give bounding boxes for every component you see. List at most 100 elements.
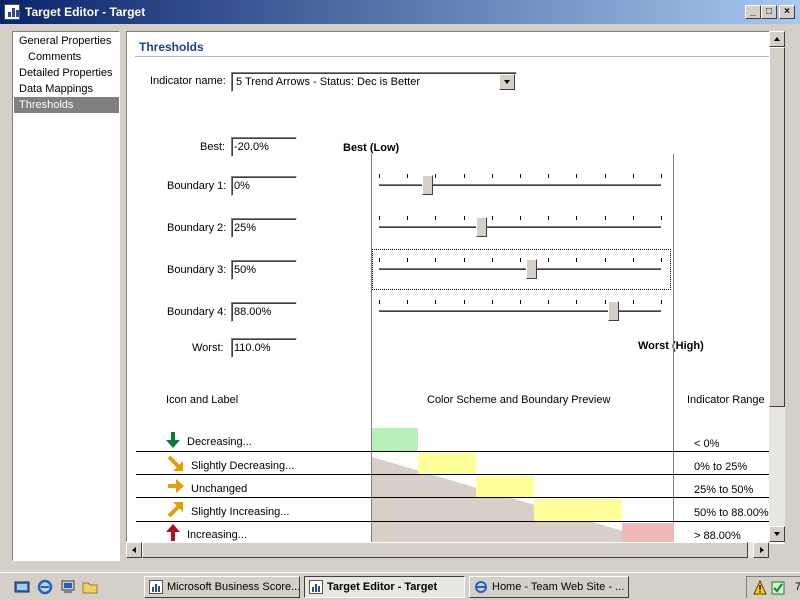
window-title: Target Editor - Target bbox=[25, 5, 146, 19]
row-divider bbox=[136, 497, 776, 498]
boundary-4-slider[interactable] bbox=[375, 300, 665, 321]
target-editor-window: Target Editor - Target _ □ × General Pro… bbox=[0, 0, 800, 570]
taskbar-item-label: Target Editor - Target bbox=[327, 581, 438, 593]
slider-tick bbox=[492, 300, 493, 304]
slider-tick bbox=[633, 216, 634, 220]
slider-tick bbox=[548, 258, 549, 262]
horizontal-scrollbar[interactable] bbox=[126, 542, 769, 558]
slider-tick bbox=[633, 300, 634, 304]
scroll-down-button[interactable] bbox=[769, 526, 785, 542]
section-title: Thresholds bbox=[139, 40, 204, 54]
network-status-icon[interactable] bbox=[771, 581, 785, 595]
slider-tick bbox=[576, 300, 577, 304]
indicator-name-select[interactable]: 5 Trend Arrows - Status: Dec is Better bbox=[231, 72, 517, 92]
horizontal-scroll-thumb[interactable] bbox=[142, 542, 748, 558]
nav-item-data-mappings[interactable]: Data Mappings bbox=[14, 81, 119, 97]
my-computer-icon[interactable] bbox=[60, 579, 76, 595]
preview-band-unchanged bbox=[476, 476, 534, 497]
slider-tick bbox=[492, 258, 493, 262]
slider-tick bbox=[661, 258, 662, 262]
vertical-scrollbar[interactable] bbox=[769, 31, 785, 542]
scroll-right-button[interactable] bbox=[753, 542, 769, 558]
preview-band-increasing bbox=[622, 523, 674, 544]
best-label: Best: bbox=[200, 141, 226, 153]
slider-tick bbox=[435, 216, 436, 220]
taskbar-item-target-editor[interactable]: Target Editor - Target bbox=[304, 576, 465, 598]
vertical-scroll-thumb[interactable] bbox=[769, 47, 785, 407]
maximize-button[interactable]: □ bbox=[761, 5, 777, 19]
worst-high-header: Worst (High) bbox=[638, 340, 704, 352]
boundary-2-slider[interactable] bbox=[375, 216, 665, 237]
section-divider bbox=[135, 56, 775, 57]
indicator-name-label: Indicator name: bbox=[150, 75, 226, 87]
title-bar[interactable]: Target Editor - Target _ □ × bbox=[0, 0, 800, 24]
boundary-2-label: Boundary 2: bbox=[167, 222, 227, 234]
folder-icon[interactable] bbox=[82, 579, 98, 595]
clock: 7 bbox=[795, 581, 800, 593]
slider-tick bbox=[548, 216, 549, 220]
slider-tick bbox=[464, 216, 465, 220]
close-button[interactable]: × bbox=[779, 5, 795, 19]
best-input[interactable]: -20.0% bbox=[231, 137, 297, 157]
slider-tick bbox=[605, 174, 606, 178]
slider-thumb[interactable] bbox=[608, 301, 619, 321]
slider-tick bbox=[492, 174, 493, 178]
preview-header: Color Scheme and Boundary Preview bbox=[427, 394, 611, 406]
security-warning-icon[interactable] bbox=[753, 580, 767, 596]
indicator-name-value: 5 Trend Arrows - Status: Dec is Better bbox=[236, 76, 421, 88]
slider-tick bbox=[520, 258, 521, 262]
arrow-down-right-gold-icon bbox=[167, 455, 183, 471]
slider-tick bbox=[576, 216, 577, 220]
slider-thumb[interactable] bbox=[476, 217, 487, 237]
row-range: 25% to 50% bbox=[694, 484, 754, 496]
nav-item-comments[interactable]: Comments bbox=[14, 49, 119, 65]
preview-band-slightly-increasing bbox=[534, 499, 622, 521]
slider-tick bbox=[633, 174, 634, 178]
boundary-1-input[interactable]: 0% bbox=[231, 176, 297, 196]
worst-label: Worst: bbox=[192, 342, 224, 354]
worst-input[interactable]: 110.0% bbox=[231, 338, 297, 358]
slider-tick bbox=[633, 258, 634, 262]
boundary-4-label: Boundary 4: bbox=[167, 306, 227, 318]
boundary-3-input[interactable]: 50% bbox=[231, 260, 297, 280]
minimize-button[interactable]: _ bbox=[745, 5, 761, 19]
properties-nav: General Properties Comments Detailed Pro… bbox=[12, 31, 120, 561]
preview-band-slightly-decreasing bbox=[418, 453, 476, 474]
taskbar-item-business-scorecard[interactable]: Microsoft Business Score... bbox=[144, 576, 300, 598]
row-range: < 0% bbox=[694, 438, 720, 450]
internet-explorer-icon[interactable] bbox=[37, 579, 53, 595]
icon-label-header: Icon and Label bbox=[166, 394, 239, 406]
slider-tick bbox=[548, 300, 549, 304]
taskbar: Microsoft Business Score... Target Edito… bbox=[0, 572, 800, 600]
slider-tick bbox=[576, 258, 577, 262]
slider-tick bbox=[661, 300, 662, 304]
row-range: 50% to 88.00% bbox=[694, 507, 769, 519]
boundary-3-slider[interactable] bbox=[375, 258, 665, 279]
scroll-left-button[interactable] bbox=[126, 542, 142, 558]
color-scheme-preview bbox=[372, 428, 674, 544]
app-icon bbox=[4, 4, 20, 20]
slider-thumb[interactable] bbox=[526, 259, 537, 279]
nav-item-detailed-properties[interactable]: Detailed Properties bbox=[14, 65, 119, 81]
boundary-4-input[interactable]: 88.00% bbox=[231, 302, 297, 322]
row-label: Slightly Decreasing... bbox=[191, 460, 295, 472]
slider-tick bbox=[435, 258, 436, 262]
slider-tick bbox=[576, 174, 577, 178]
arrow-right-icon bbox=[760, 547, 764, 553]
nav-item-thresholds[interactable]: Thresholds bbox=[14, 97, 119, 113]
system-tray: 7 bbox=[746, 576, 800, 598]
show-desktop-icon[interactable] bbox=[14, 579, 30, 595]
scroll-up-button[interactable] bbox=[769, 31, 785, 47]
nav-item-general-properties[interactable]: General Properties bbox=[14, 33, 119, 49]
arrow-down-icon bbox=[774, 532, 780, 536]
row-range: > 88.00% bbox=[694, 530, 741, 542]
slider-tick bbox=[520, 300, 521, 304]
slider-tick bbox=[661, 174, 662, 178]
boundary-3-label: Boundary 3: bbox=[167, 264, 227, 276]
taskbar-item-team-web-site[interactable]: Home - Team Web Site - ... bbox=[469, 576, 629, 598]
boundary-2-input[interactable]: 25% bbox=[231, 218, 297, 238]
slider-tick bbox=[435, 174, 436, 178]
slider-thumb[interactable] bbox=[422, 175, 433, 195]
dropdown-button[interactable] bbox=[499, 74, 515, 90]
boundary-1-slider[interactable] bbox=[375, 174, 665, 195]
